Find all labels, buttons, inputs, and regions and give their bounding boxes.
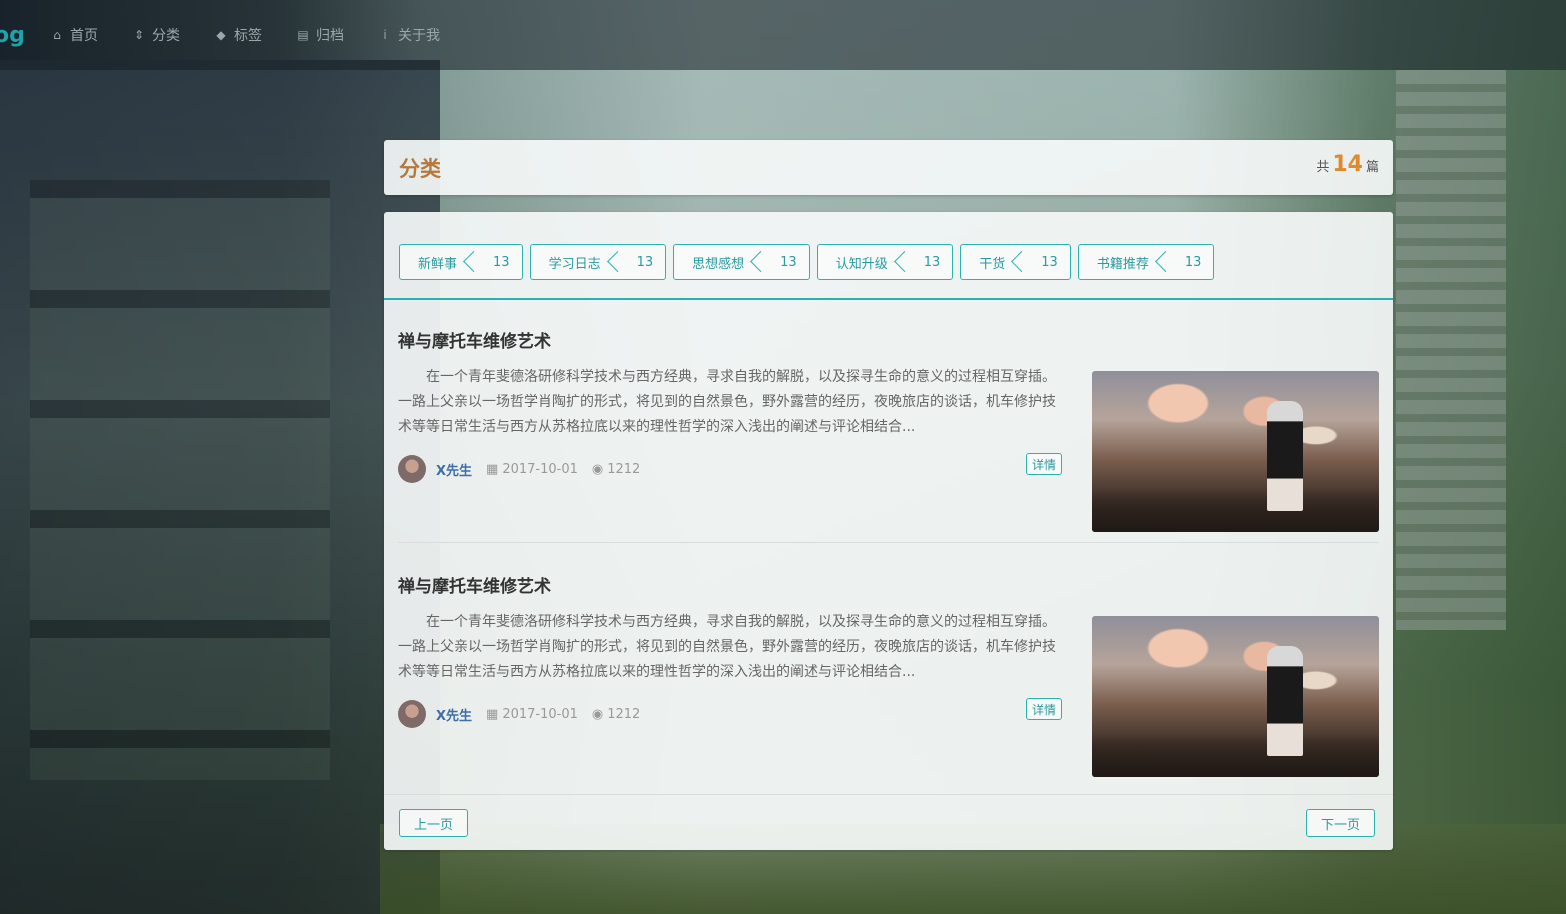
post-item: 禅与摩托车维修艺术 在一个青年斐德洛研修科学技术与西方经典，寻求自我的解脱，以及…: [398, 557, 1379, 787]
sort-icon: ⇕: [133, 28, 145, 42]
nav-item-label: 标签: [234, 28, 262, 44]
post-author[interactable]: X先生: [436, 705, 472, 724]
category-count: 13: [636, 254, 654, 270]
post-date: 2017-10-01: [502, 706, 578, 722]
prev-page-button[interactable]: 上一页: [399, 809, 468, 837]
archive-icon: ▤: [297, 28, 309, 42]
post-meta: X先生 ▦ 2017-10-01 ◉ 1212: [398, 455, 640, 483]
chevron-left-icon: [906, 245, 916, 279]
category-name: 思想感想: [692, 256, 745, 272]
top-navbar: og ⌂ 首页 ⇕ 分类 ◆ 标签 ▤ 归档 i 关于我: [0, 0, 1566, 70]
category-count: 13: [493, 254, 510, 270]
page-title: 分类: [399, 157, 441, 181]
count-prefix: 共: [1316, 160, 1330, 175]
count-suffix: 篇: [1365, 160, 1379, 175]
count-number: 14: [1332, 152, 1363, 177]
post-date: 2017-10-01: [502, 461, 578, 477]
avatar[interactable]: [398, 700, 426, 728]
nav-item-category[interactable]: ⇕ 分类: [132, 25, 180, 45]
post-meta: X先生 ▦ 2017-10-01 ◉ 1212: [398, 700, 640, 728]
post-thumbnail[interactable]: [1092, 616, 1379, 777]
category-tag[interactable]: 新鲜事 13: [399, 244, 523, 280]
category-tag[interactable]: 思想感想 13: [673, 244, 810, 280]
post-views: 1212: [607, 461, 641, 477]
post-title[interactable]: 禅与摩托车维修艺术: [398, 327, 551, 352]
calendar-icon: ▦: [486, 706, 499, 722]
eye-icon: ◉: [591, 706, 604, 722]
background-building: [1396, 70, 1506, 630]
post-item: 禅与摩托车维修艺术 在一个青年斐德洛研修科学技术与西方经典，寻求自我的解脱，以及…: [398, 312, 1379, 543]
chevron-left-icon: [1023, 245, 1033, 279]
tags-icon: ◆: [216, 28, 226, 42]
chevron-left-icon: [762, 245, 772, 279]
nav-item-label: 分类: [152, 28, 180, 44]
category-count: 13: [1184, 254, 1202, 270]
brand-logo[interactable]: og: [0, 23, 50, 48]
post-title[interactable]: 禅与摩托车维修艺术: [398, 572, 551, 597]
nav-item-about[interactable]: i 关于我: [378, 25, 440, 45]
chevron-left-icon: [619, 245, 629, 279]
post-count: 共 14 篇: [1316, 152, 1379, 177]
post-thumbnail[interactable]: [1092, 371, 1379, 532]
post-excerpt: 在一个青年斐德洛研修科学技术与西方经典，寻求自我的解脱，以及探寻生命的意义的过程…: [398, 614, 1056, 680]
category-name: 书籍推荐: [1096, 256, 1149, 272]
post-excerpt: 在一个青年斐德洛研修科学技术与西方经典，寻求自我的解脱，以及探寻生命的意义的过程…: [398, 369, 1056, 435]
home-icon: ⌂: [53, 28, 61, 42]
background-tower: [0, 60, 440, 914]
category-tag[interactable]: 书籍推荐 13: [1077, 244, 1215, 280]
post-views: 1212: [607, 706, 641, 722]
info-icon: i: [383, 28, 387, 42]
nav-item-label: 归档: [316, 28, 344, 44]
category-name: 学习日志: [548, 256, 601, 272]
category-count: 13: [780, 254, 797, 270]
next-page-button[interactable]: 下一页: [1306, 809, 1375, 837]
category-list: 新鲜事 13 学习日志 13 思想感想 13 认知升级 13 干货 13 书籍推…: [399, 244, 1221, 280]
chevron-left-icon: [1167, 245, 1177, 279]
nav-item-label: 首页: [70, 28, 98, 44]
detail-button[interactable]: 详情: [1026, 453, 1062, 475]
eye-icon: ◉: [591, 461, 604, 477]
avatar[interactable]: [398, 455, 426, 483]
detail-button[interactable]: 详情: [1026, 698, 1062, 720]
category-count: 13: [923, 254, 941, 270]
category-count: 13: [1041, 254, 1058, 270]
nav-item-label: 关于我: [398, 28, 440, 44]
nav-item-home[interactable]: ⌂ 首页: [50, 25, 98, 45]
pagination: 上一页 下一页: [384, 794, 1393, 851]
category-main-panel: 新鲜事 13 学习日志 13 思想感想 13 认知升级 13 干货 13 书籍推…: [384, 212, 1393, 850]
nav-item-tags[interactable]: ◆ 标签: [214, 25, 262, 45]
category-tag[interactable]: 认知升级 13: [816, 244, 954, 280]
category-tag[interactable]: 干货 13: [960, 244, 1071, 280]
category-name: 认知升级: [835, 256, 888, 272]
post-author[interactable]: X先生: [436, 460, 472, 479]
nav-item-archive[interactable]: ▤ 归档: [296, 25, 344, 45]
category-header-panel: 分类 共 14 篇: [384, 140, 1393, 195]
category-tag[interactable]: 学习日志 13: [529, 244, 667, 280]
calendar-icon: ▦: [486, 461, 499, 477]
chevron-left-icon: [475, 245, 485, 279]
category-tag-bar: 新鲜事 13 学习日志 13 思想感想 13 认知升级 13 干货 13 书籍推…: [384, 212, 1393, 300]
